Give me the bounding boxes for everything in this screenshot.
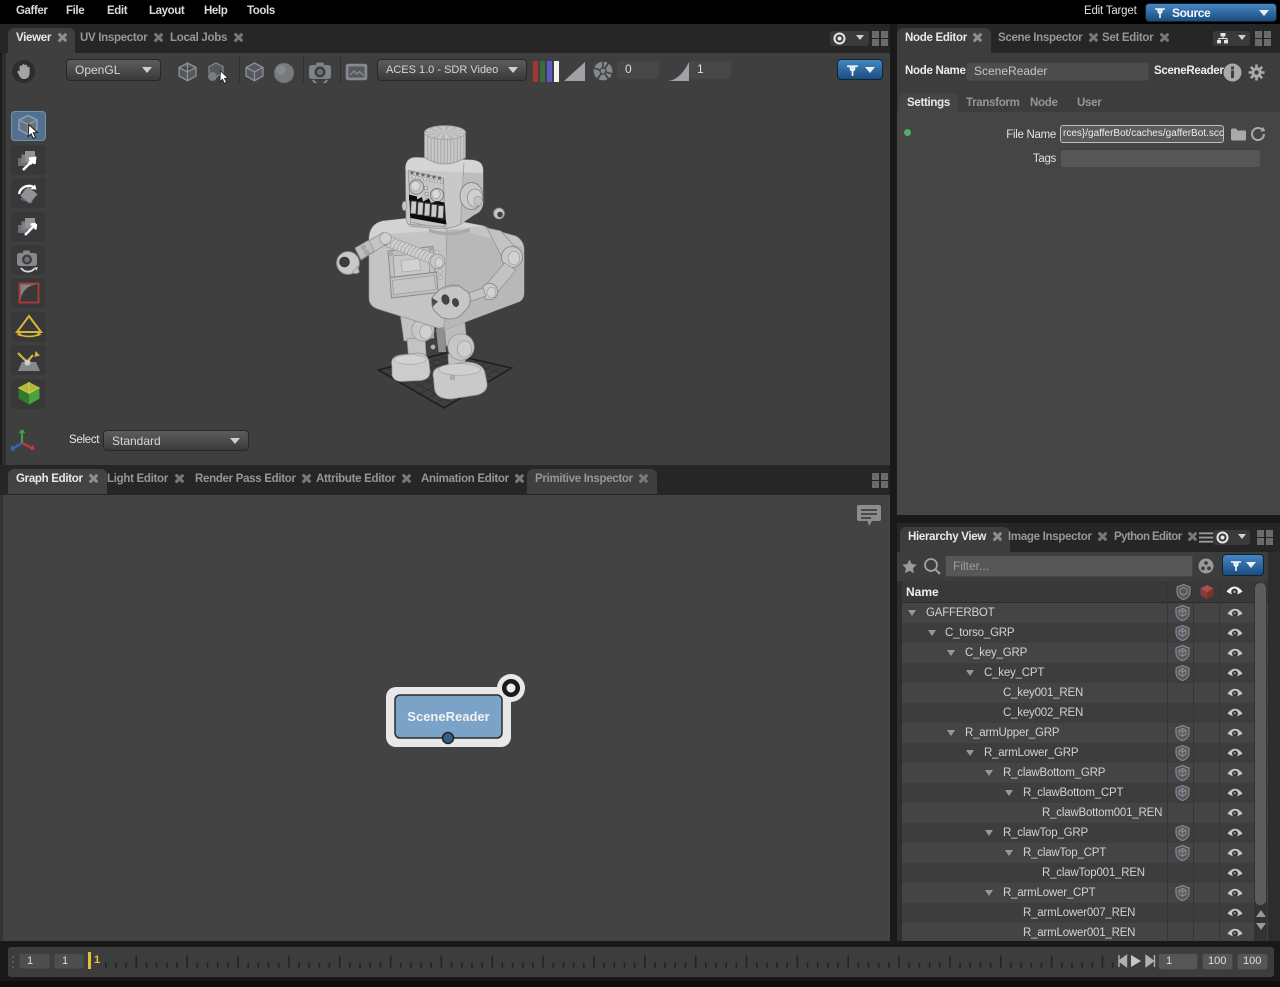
svg-text:SceneReader: SceneReader <box>407 709 489 724</box>
